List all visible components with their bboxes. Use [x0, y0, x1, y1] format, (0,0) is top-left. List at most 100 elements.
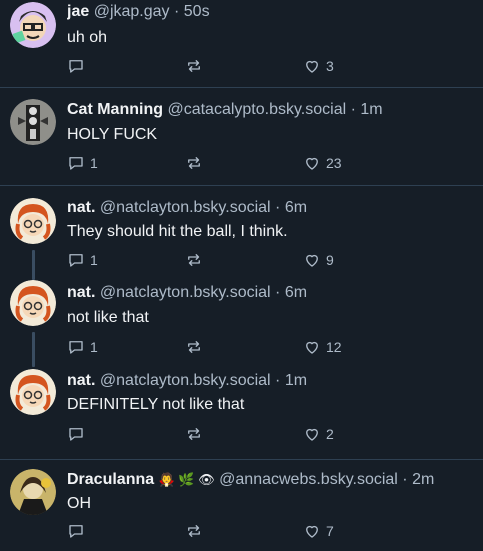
like-button[interactable]: 12: [303, 337, 342, 357]
feed: jae @jkap.gay · 50s uh oh 3 Cat Manning …: [0, 0, 483, 551]
timestamp[interactable]: 2m: [412, 471, 434, 488]
reply-count: 1: [90, 155, 98, 171]
post-header: nat. @natclayton.bsky.social · 1m: [67, 371, 475, 391]
author-name[interactable]: nat.: [67, 199, 95, 216]
heart-icon: [306, 157, 318, 170]
separator: ·: [169, 3, 184, 20]
like-button[interactable]: 7: [303, 521, 334, 541]
reply-button[interactable]: 1: [67, 153, 98, 173]
heart-icon: [306, 341, 318, 354]
separator: ·: [270, 284, 285, 301]
post-header: Draculanna 🧛 🌿 👁 @annacwebs.bsky.social …: [67, 470, 475, 490]
post-header: jae @jkap.gay · 50s: [67, 2, 475, 22]
separator: ·: [397, 471, 413, 488]
heart-icon: [306, 428, 318, 441]
heart-icon: [306, 254, 318, 267]
separator: ·: [346, 101, 361, 118]
post[interactable]: nat. @natclayton.bsky.social · 6m They s…: [0, 185, 483, 280]
author-name[interactable]: nat.: [67, 372, 95, 389]
like-count: 7: [326, 523, 334, 539]
post-text: uh oh: [67, 29, 108, 46]
timestamp[interactable]: 1m: [360, 101, 382, 118]
post-text: not like that: [67, 309, 149, 326]
post-text: HOLY FUCK: [67, 126, 158, 143]
like-button[interactable]: 2: [303, 424, 334, 444]
repost-arrows-icon: [188, 525, 200, 537]
reply-button[interactable]: [67, 56, 90, 76]
author-handle[interactable]: @catacalypto.bsky.social: [167, 101, 346, 118]
reply-button[interactable]: 1: [67, 337, 98, 357]
post[interactable]: nat. @natclayton.bsky.social · 1m DEFINI…: [0, 361, 483, 459]
repost-button[interactable]: [185, 56, 203, 76]
post-actions: 1 23: [67, 153, 367, 173]
post[interactable]: Cat Manning @catacalypto.bsky.social · 1…: [0, 87, 483, 185]
repost-button[interactable]: [185, 424, 203, 444]
reply-bubble-icon: [69, 157, 83, 170]
timestamp[interactable]: 50s: [184, 3, 210, 20]
author-name[interactable]: nat.: [67, 284, 95, 301]
repost-arrows-icon: [188, 254, 200, 266]
author-handle[interactable]: @natclayton.bsky.social: [100, 284, 271, 301]
author-handle[interactable]: @natclayton.bsky.social: [100, 372, 271, 389]
author-name[interactable]: Draculanna: [67, 471, 154, 488]
like-button[interactable]: 3: [303, 56, 334, 76]
repost-arrows-icon: [188, 341, 200, 353]
timestamp[interactable]: 6m: [285, 199, 307, 216]
post-text: They should hit the ball, I think.: [67, 223, 288, 240]
repost-arrows-icon: [188, 157, 200, 169]
like-count: 3: [326, 58, 334, 74]
post-actions: 2: [67, 424, 367, 444]
heart-icon: [306, 525, 318, 538]
repost-button[interactable]: [185, 250, 203, 270]
post-text: OH: [67, 495, 91, 512]
post-header: Cat Manning @catacalypto.bsky.social · 1…: [67, 100, 475, 120]
repost-arrows-icon: [188, 60, 200, 72]
reply-count: 1: [90, 339, 98, 355]
post-actions: 3: [67, 56, 367, 76]
repost-button[interactable]: [185, 153, 203, 173]
repost-arrows-icon: [188, 428, 200, 440]
author-name[interactable]: jae: [67, 3, 89, 20]
avatar[interactable]: [10, 99, 56, 145]
heart-icon: [306, 60, 318, 73]
repost-button[interactable]: [185, 337, 203, 357]
reply-count: 1: [90, 252, 98, 268]
reply-bubble-icon: [69, 60, 83, 73]
post[interactable]: Draculanna 🧛 🌿 👁 @annacwebs.bsky.social …: [0, 459, 483, 551]
reply-button[interactable]: [67, 521, 90, 541]
avatar[interactable]: [10, 2, 56, 48]
avatar[interactable]: [10, 369, 56, 415]
name-emoji: 🧛 🌿 👁: [158, 472, 215, 487]
post-actions: 7: [67, 521, 367, 541]
reply-bubble-icon: [69, 525, 83, 538]
author-handle[interactable]: @annacwebs.bsky.social: [219, 471, 398, 488]
post-text: DEFINITELY not like that: [67, 396, 245, 413]
like-button[interactable]: 23: [303, 153, 342, 173]
repost-button[interactable]: [185, 521, 203, 541]
post-header: nat. @natclayton.bsky.social · 6m: [67, 283, 475, 303]
separator: ·: [270, 372, 285, 389]
reply-button[interactable]: 1: [67, 250, 98, 270]
like-count: 12: [326, 339, 342, 355]
post-actions: 1 9: [67, 250, 367, 270]
separator: ·: [270, 199, 285, 216]
reply-bubble-icon: [69, 428, 83, 441]
timestamp[interactable]: 1m: [285, 372, 307, 389]
author-name[interactable]: Cat Manning: [67, 101, 163, 118]
avatar[interactable]: [10, 198, 56, 244]
author-handle[interactable]: @jkap.gay: [94, 3, 170, 20]
avatar[interactable]: [10, 280, 56, 326]
post[interactable]: nat. @natclayton.bsky.social · 6m not li…: [0, 273, 483, 367]
timestamp[interactable]: 6m: [285, 284, 307, 301]
post-actions: 1 12: [67, 337, 367, 357]
post[interactable]: jae @jkap.gay · 50s uh oh 3: [0, 0, 483, 87]
like-count: 23: [326, 155, 342, 171]
post-header: nat. @natclayton.bsky.social · 6m: [67, 198, 475, 218]
author-handle[interactable]: @natclayton.bsky.social: [100, 199, 271, 216]
like-button[interactable]: 9: [303, 250, 334, 270]
avatar[interactable]: [10, 469, 56, 515]
reply-button[interactable]: [67, 424, 90, 444]
like-count: 2: [326, 426, 334, 442]
like-count: 9: [326, 252, 334, 268]
reply-bubble-icon: [69, 341, 83, 354]
